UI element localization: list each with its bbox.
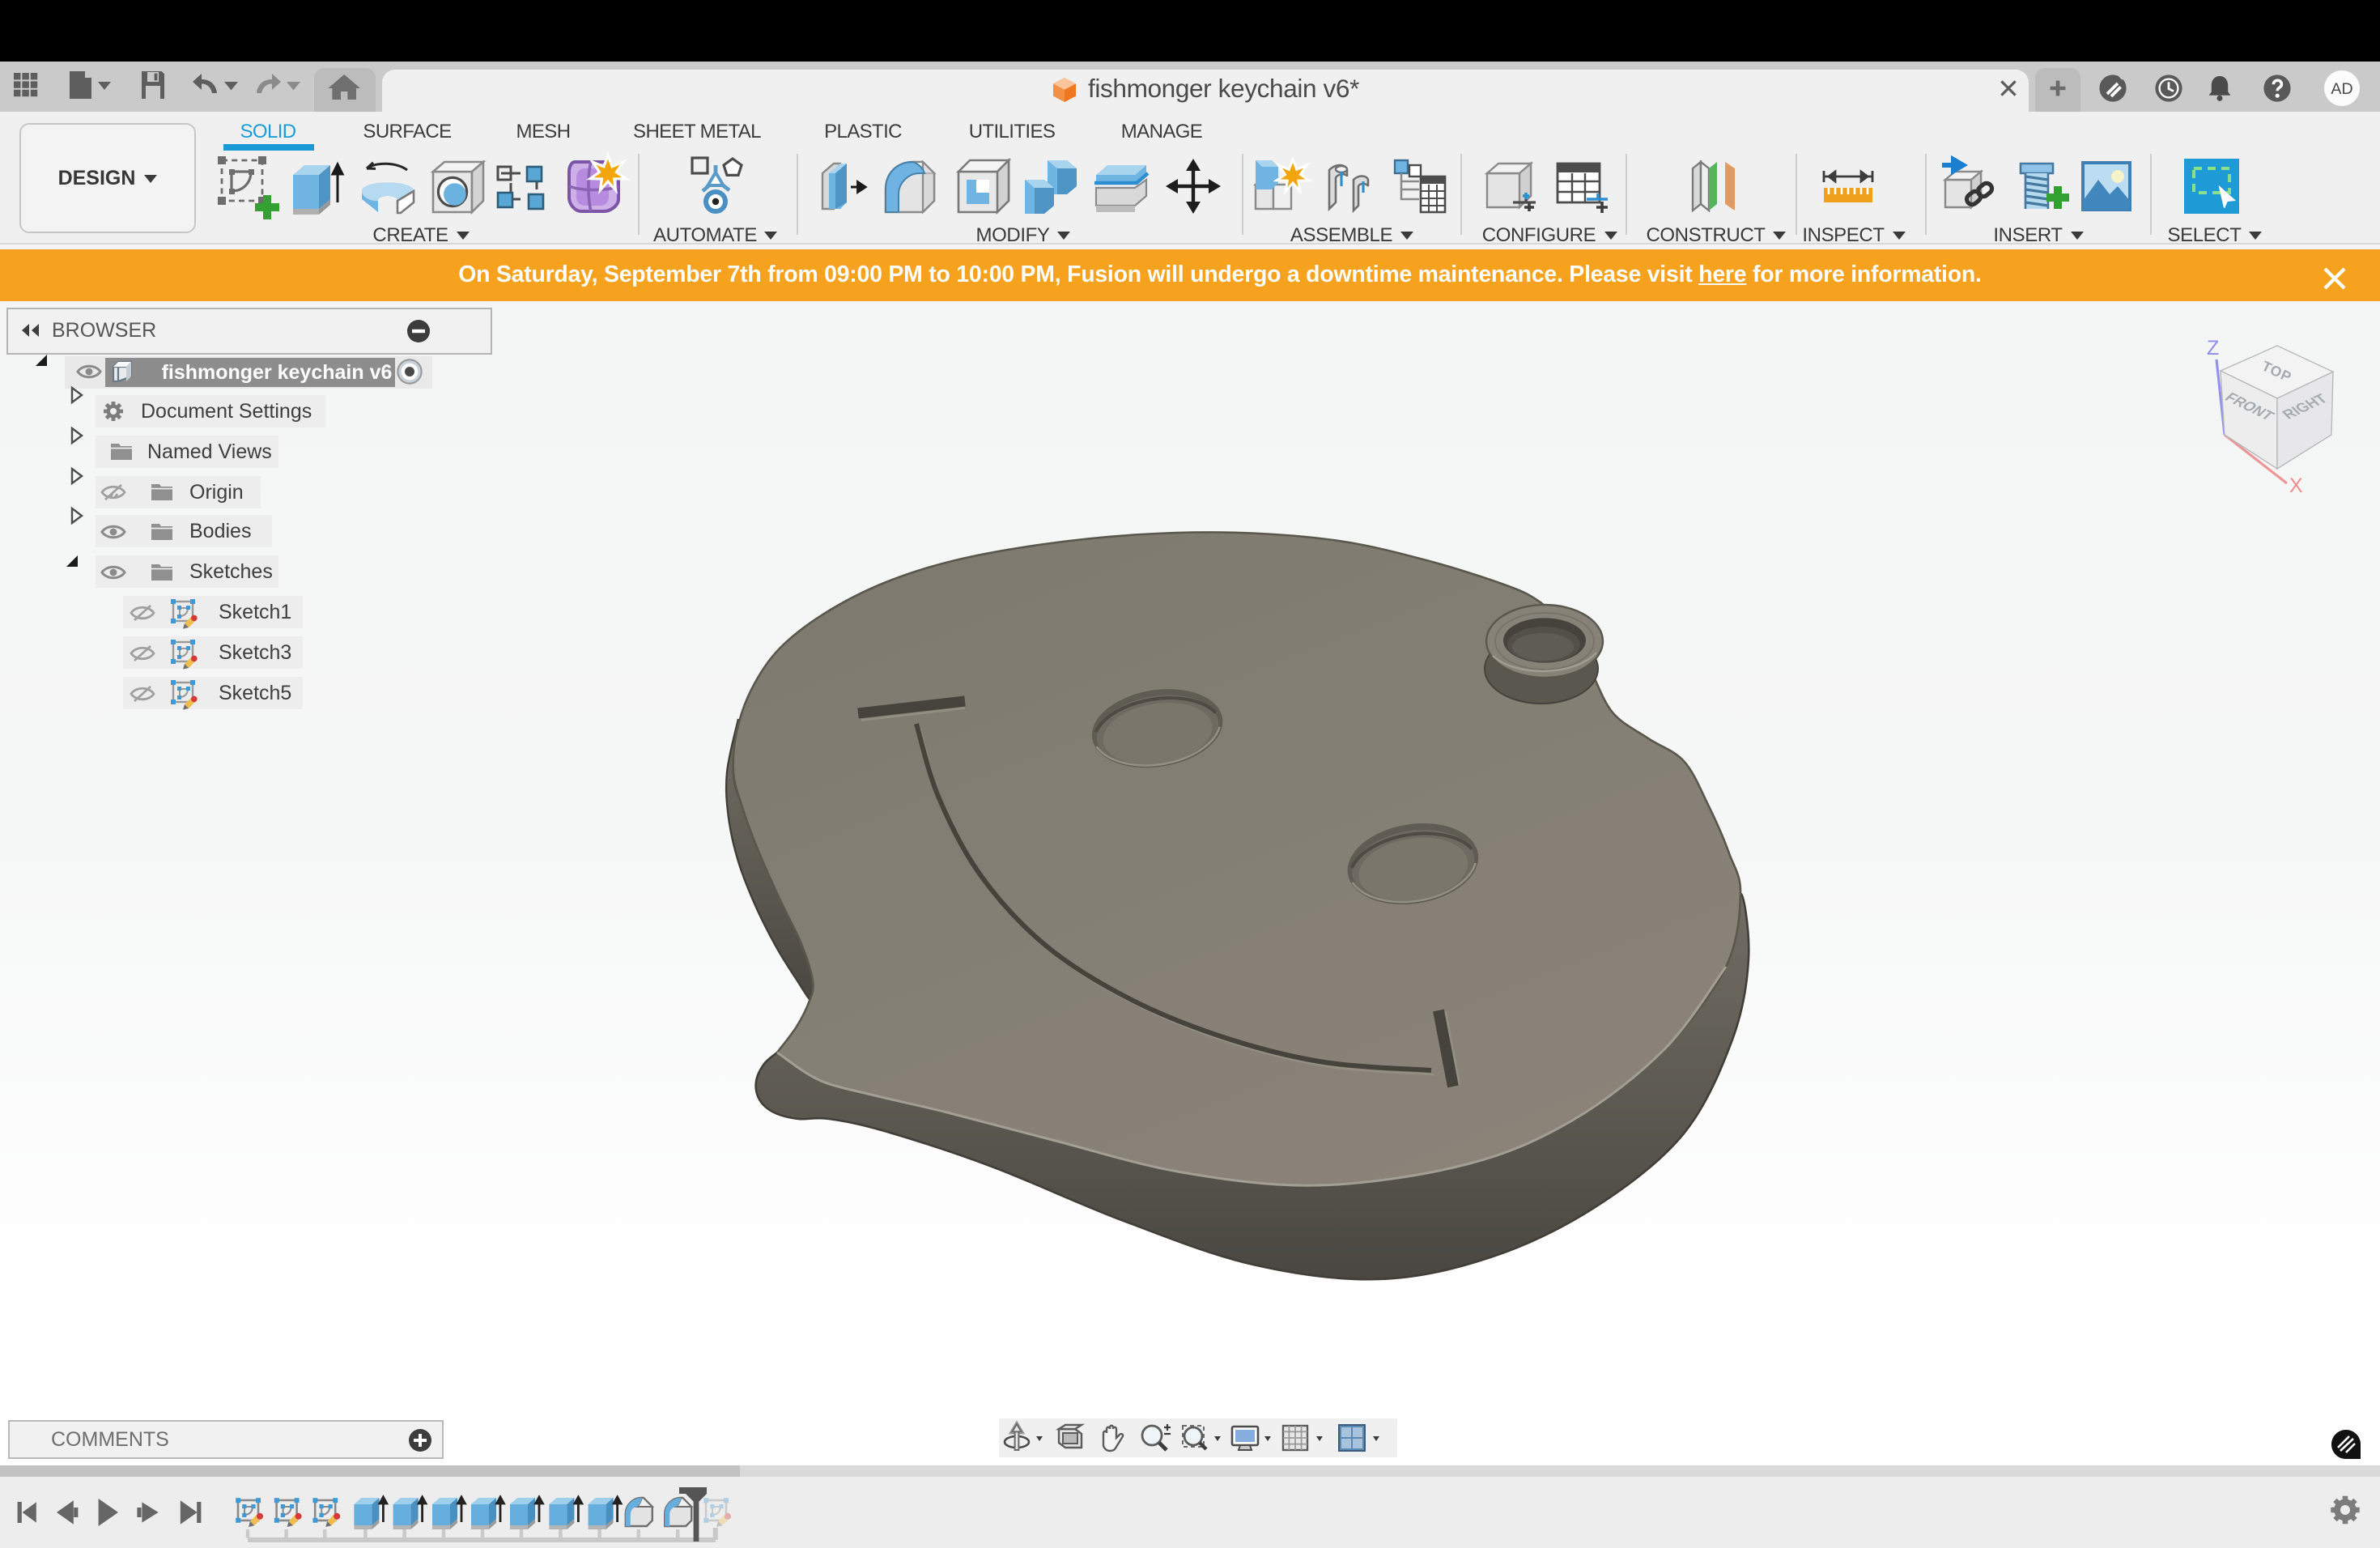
svg-text:X: X [2289,474,2303,497]
svg-text:AD: AD [2331,80,2352,98]
svg-text:Z: Z [2207,337,2219,359]
